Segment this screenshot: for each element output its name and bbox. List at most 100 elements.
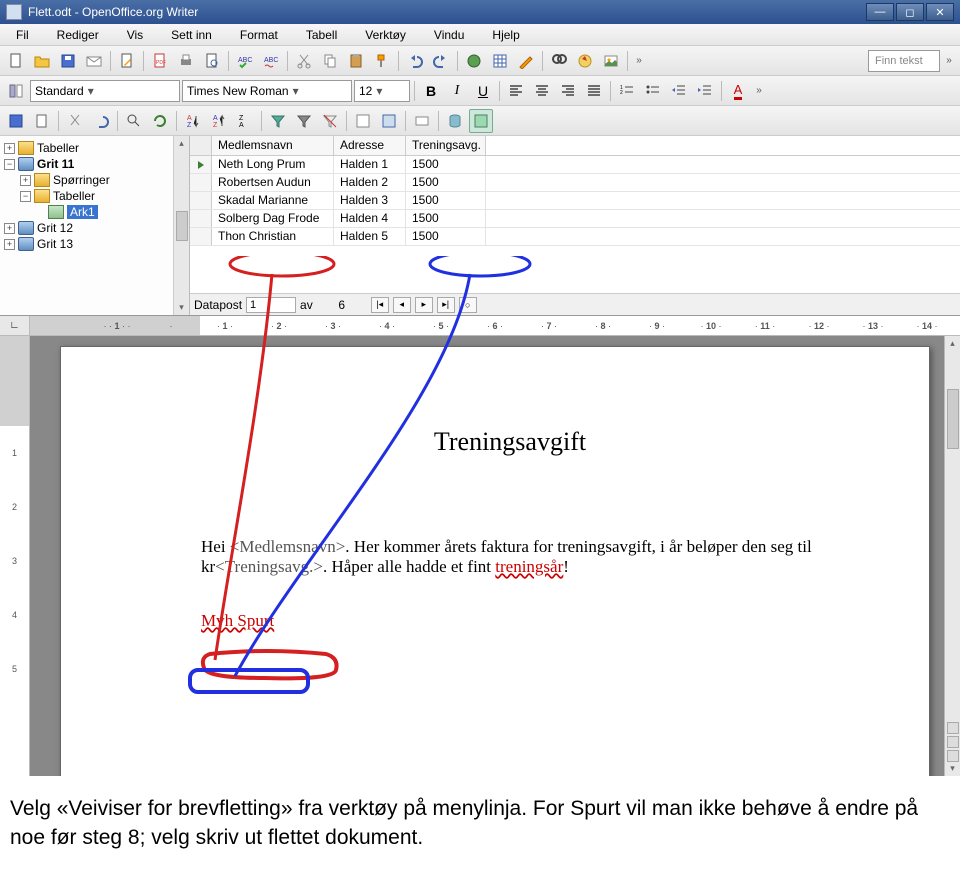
export-pdf-button[interactable]: PDF [148,49,172,73]
paste-button[interactable] [344,49,368,73]
datasource-button[interactable] [443,109,467,133]
menu-vis[interactable]: Vis [115,26,155,44]
page-canvas[interactable]: Treningsavgift Hei <Medlemsnavn>. Her ko… [30,336,944,776]
align-center-button[interactable] [530,79,554,103]
tree-grit12[interactable]: Grit 12 [37,221,73,235]
data-to-text-button[interactable] [351,109,375,133]
number-list-button[interactable]: 12 [615,79,639,103]
underline-button[interactable]: U [471,79,495,103]
open-button[interactable] [30,49,54,73]
vertical-scrollbar[interactable]: ▴ ▾ [944,336,960,776]
menu-vindu[interactable]: Vindu [422,26,476,44]
nav-prev-button[interactable]: ◂ [393,297,411,313]
menu-format[interactable]: Format [228,26,290,44]
table-row[interactable]: Solberg Dag FrodeHalden 41500 [190,210,960,228]
db-undo-button[interactable] [89,109,113,133]
db-cut-button[interactable] [63,109,87,133]
filter-button[interactable] [292,109,316,133]
table-row[interactable]: Robertsen AudunHalden 21500 [190,174,960,192]
table-row[interactable]: Neth Long PrumHalden 11500 [190,156,960,174]
autofilter-button[interactable] [266,109,290,133]
table-button[interactable] [488,49,512,73]
gallery-button[interactable] [599,49,623,73]
nav-first-button[interactable]: |◂ [371,297,389,313]
sort-asc-button[interactable]: AZ [181,109,205,133]
new-doc-button[interactable] [4,49,28,73]
toolbar-overflow-icon[interactable]: » [632,55,646,66]
db-save-button[interactable] [4,109,28,133]
col-treningsavg[interactable]: Treningsavg. [406,136,486,155]
toolbar-overflow-2-icon[interactable]: » [942,55,956,66]
print-button[interactable] [174,49,198,73]
navigator-button[interactable] [573,49,597,73]
find-input[interactable]: Finn tekst [868,50,940,72]
menu-hjelp[interactable]: Hjelp [480,26,531,44]
align-right-button[interactable] [556,79,580,103]
menu-verktoy[interactable]: Verktøy [353,26,418,44]
menu-fil[interactable]: Fil [4,26,41,44]
copy-button[interactable] [318,49,342,73]
tree-grit11[interactable]: Grit 11 [37,157,74,171]
menu-rediger[interactable]: Rediger [45,26,111,44]
edit-doc-button[interactable] [115,49,139,73]
tree-scrollbar[interactable]: ▴▾ [173,136,189,315]
table-row[interactable]: Thon ChristianHalden 51500 [190,228,960,246]
menu-tabell[interactable]: Tabell [294,26,349,44]
explorer-toggle-button[interactable] [469,109,493,133]
paragraph-style-combo[interactable]: Standard▾ [30,80,180,102]
formatting-overflow-icon[interactable]: » [752,85,766,96]
sort-desc-button[interactable]: AZ [207,109,231,133]
undo-button[interactable] [403,49,427,73]
tree-tabeller-2[interactable]: Tabeller [53,189,95,203]
redo-button[interactable] [429,49,453,73]
styles-button[interactable] [4,79,28,103]
menu-settinn[interactable]: Sett inn [159,26,224,44]
nav-current-input[interactable] [246,297,296,313]
font-name-combo[interactable]: Times New Roman▾ [182,80,352,102]
nav-next-button[interactable]: ▸ [415,297,433,313]
db-refresh-button[interactable] [148,109,172,133]
minimize-button[interactable]: — [866,3,894,21]
bullet-list-button[interactable] [641,79,665,103]
vertical-ruler[interactable]: 12345 [0,336,30,776]
horizontal-ruler[interactable]: ∟ · · 1 · · · · 1 ·· 2 ·· 3 · · 4 ·· 5 ·… [0,316,960,336]
font-color-button[interactable]: A [726,79,750,103]
draw-button[interactable] [514,49,538,73]
merge-field-treningsavg[interactable]: <Treningsavg.> [215,557,323,576]
bold-button[interactable]: B [419,79,443,103]
merge-field-medlemsnavn[interactable]: <Medlemsnavn> [230,537,346,556]
remove-filter-button[interactable] [318,109,342,133]
tree-ark1[interactable]: Ark1 [67,205,98,219]
nav-new-button[interactable]: ○ [459,297,477,313]
db-find-button[interactable] [122,109,146,133]
table-row[interactable]: Skadal MarianneHalden 31500 [190,192,960,210]
data-to-fields-button[interactable] [377,109,401,133]
tree-sporringer[interactable]: Spørringer [53,173,110,187]
spellcheck-button[interactable]: ABC [233,49,257,73]
close-button[interactable]: ✕ [926,3,954,21]
align-justify-button[interactable] [582,79,606,103]
col-adresse[interactable]: Adresse [334,136,406,155]
sort-button[interactable]: ZA [233,109,257,133]
save-button[interactable] [56,49,80,73]
autospell-button[interactable]: ABC [259,49,283,73]
tree-tabeller[interactable]: Tabeller [37,141,79,155]
cut-button[interactable] [292,49,316,73]
find-button[interactable] [547,49,571,73]
tree-grit13[interactable]: Grit 13 [37,237,73,251]
align-left-button[interactable] [504,79,528,103]
decrease-indent-button[interactable] [667,79,691,103]
format-paint-button[interactable] [370,49,394,73]
nav-last-button[interactable]: ▸| [437,297,455,313]
print-preview-button[interactable] [200,49,224,73]
email-button[interactable] [82,49,106,73]
datasource-tree[interactable]: +Tabeller −Grit 11 +Spørringer −Tabeller… [0,136,173,315]
mail-merge-button[interactable] [410,109,434,133]
italic-button[interactable]: I [445,79,469,103]
col-medlemsnavn[interactable]: Medlemsnavn [212,136,334,155]
increase-indent-button[interactable] [693,79,717,103]
db-edit-button[interactable] [30,109,54,133]
hyperlink-button[interactable] [462,49,486,73]
maximize-button[interactable]: ◻ [896,3,924,21]
font-size-combo[interactable]: 12▾ [354,80,410,102]
